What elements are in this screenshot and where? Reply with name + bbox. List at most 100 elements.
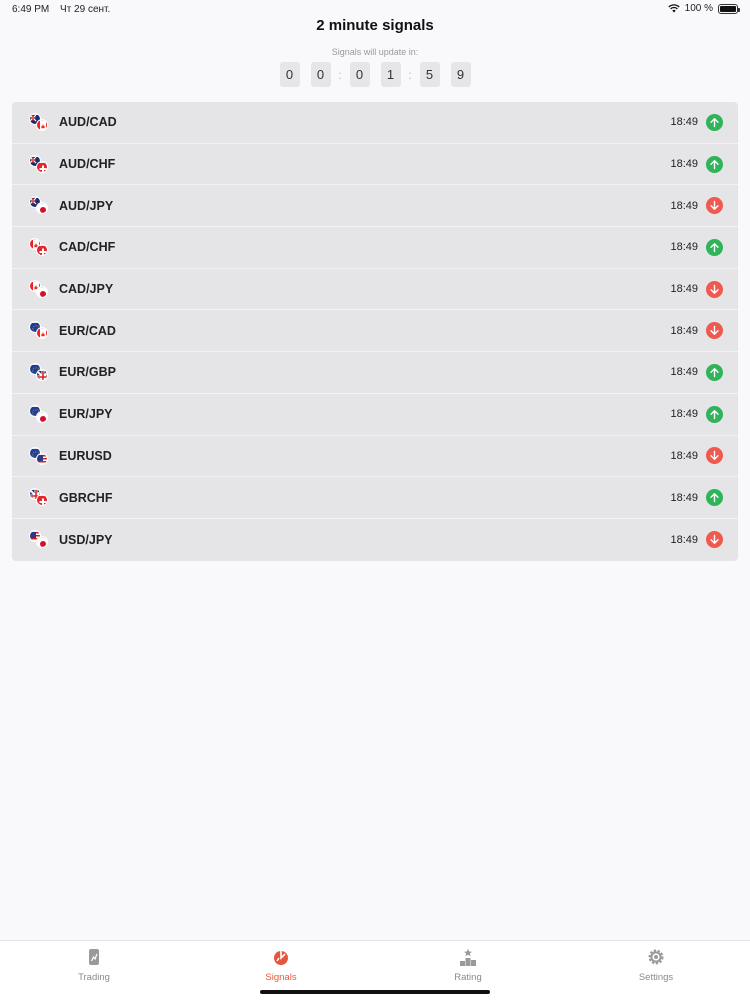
signal-time: 18:49	[670, 283, 698, 296]
signal-time: 18:49	[670, 366, 698, 379]
currency-flags-icon	[29, 154, 49, 175]
currency-flags-icon	[29, 196, 49, 216]
battery-percent: 100 %	[684, 3, 713, 14]
countdown-digit: 9	[450, 62, 471, 87]
currency-flags-icon	[29, 529, 49, 550]
ca-flag-icon	[36, 327, 48, 340]
status-time: 6:49 PM	[12, 4, 50, 15]
status-bar: 6:49 PM Чт 29 сент. 100 %	[0, 0, 750, 18]
signal-row[interactable]: USD/JPY 18:49	[12, 519, 738, 561]
currency-pair: AUD/CHF	[59, 157, 116, 172]
currency-pair: CAD/JPY	[59, 282, 114, 297]
home-indicator	[260, 990, 490, 994]
currency-flags-icon	[29, 321, 49, 341]
tab-rating[interactable]: Rating	[428, 948, 508, 983]
signals-icon	[274, 950, 288, 965]
rating-icon	[460, 948, 476, 966]
battery-icon	[718, 3, 740, 14]
arrow-up-icon	[706, 155, 723, 173]
signal-row[interactable]: AUD/CHF 18:49	[12, 144, 738, 186]
currency-pair: EURUSD	[59, 448, 112, 463]
arrow-up-icon	[706, 489, 723, 507]
arrow-down-icon	[706, 280, 723, 298]
currency-pair: AUD/JPY	[59, 198, 114, 213]
tab-trading[interactable]: Trading	[54, 948, 134, 983]
currency-flags-icon	[29, 404, 49, 425]
countdown-digit: 0	[310, 62, 331, 87]
arrow-down-icon	[706, 531, 723, 549]
countdown-timer: 0 0 : 0 1 : 5 9	[0, 62, 750, 87]
jp-flag-icon	[36, 202, 48, 215]
arrow-up-icon	[706, 238, 723, 256]
countdown-separator: :	[338, 67, 342, 82]
wifi-icon	[667, 4, 680, 13]
status-date: Чт 29 сент.	[60, 4, 111, 15]
page-title: 2 minute signals	[316, 17, 434, 34]
currency-pair: GBRCHF	[59, 490, 113, 505]
screen: 6:49 PM Чт 29 сент. 100 % 2 minute signa…	[0, 0, 750, 1000]
ch-flag-icon	[36, 494, 48, 507]
countdown-digit: 0	[279, 62, 300, 87]
arrow-up-icon	[706, 363, 723, 381]
tab-settings[interactable]: Settings	[616, 948, 696, 983]
tab-rating-label: Rating	[454, 972, 482, 983]
arrow-down-icon	[706, 322, 723, 340]
arrow-up-icon	[706, 113, 723, 131]
arrow-up-icon	[706, 405, 723, 423]
currency-flags-icon	[29, 363, 49, 383]
jp-flag-icon	[36, 285, 48, 298]
signal-time: 18:49	[670, 199, 698, 212]
gear-icon	[648, 949, 664, 965]
signal-time: 18:49	[670, 241, 698, 254]
signal-time: 18:49	[670, 533, 698, 546]
currency-pair: USD/JPY	[59, 532, 113, 547]
gb-flag-icon	[36, 369, 48, 382]
signal-row[interactable]: CAD/CHF 18:49	[12, 227, 738, 269]
currency-flags-icon	[29, 113, 49, 133]
arrow-down-icon	[706, 197, 723, 215]
signal-time: 18:49	[670, 491, 698, 504]
signal-time: 18:49	[670, 324, 698, 337]
jp-flag-icon	[36, 535, 48, 548]
currency-pair: EUR/GBP	[59, 365, 116, 380]
ca-flag-icon	[36, 119, 48, 131]
currency-flags-icon	[29, 446, 49, 467]
signal-row[interactable]: GBRCHF 18:49	[12, 477, 738, 519]
countdown-digit: 5	[419, 62, 440, 87]
ch-flag-icon	[36, 244, 48, 257]
signal-row[interactable]: CAD/JPY 18:49	[12, 269, 738, 311]
currency-pair: AUD/CAD	[59, 115, 117, 130]
currency-pair: EUR/JPY	[59, 407, 113, 422]
countdown-digit: 1	[380, 62, 401, 87]
signal-time: 18:49	[670, 408, 698, 421]
signal-row[interactable]: EUR/CAD 18:49	[12, 310, 738, 353]
signal-list: AUD/CAD 18:49 AUD/CHF 18:49 AUD/JPY 18:49 CAD/…	[12, 102, 738, 561]
signal-row[interactable]: AUD/JPY 18:49	[12, 185, 738, 228]
signal-time: 18:49	[670, 158, 698, 171]
ch-flag-icon	[36, 160, 48, 173]
tab-settings-label: Settings	[638, 972, 674, 983]
signal-row[interactable]: EUR/GBP 18:49	[12, 352, 738, 394]
countdown-separator: :	[408, 67, 412, 82]
signal-time: 18:49	[670, 116, 698, 129]
tab-trading-label: Trading	[78, 972, 110, 983]
tab-signals-label: Signals	[265, 972, 297, 983]
signal-time: 18:49	[670, 449, 698, 462]
jp-flag-icon	[36, 410, 48, 423]
arrow-down-icon	[706, 447, 723, 465]
status-right: 100 %	[667, 3, 740, 14]
currency-flags-icon	[29, 238, 49, 258]
currency-flags-icon	[29, 279, 49, 300]
countdown-label: Signals will update in:	[331, 47, 419, 57]
status-left: 6:49 PM Чт 29 сент.	[12, 4, 118, 15]
signal-row[interactable]: AUD/CAD 18:49	[12, 102, 738, 144]
countdown-digit: 0	[349, 62, 370, 87]
tab-signals[interactable]: Signals	[241, 948, 321, 983]
currency-flags-icon	[29, 488, 49, 508]
us-flag-icon	[36, 452, 48, 465]
currency-pair: CAD/CHF	[59, 240, 116, 255]
currency-pair: EUR/CAD	[59, 323, 116, 338]
signal-row[interactable]: EURUSD 18:49	[12, 436, 738, 478]
signal-row[interactable]: EUR/JPY 18:49	[12, 394, 738, 436]
trading-icon	[89, 949, 99, 965]
